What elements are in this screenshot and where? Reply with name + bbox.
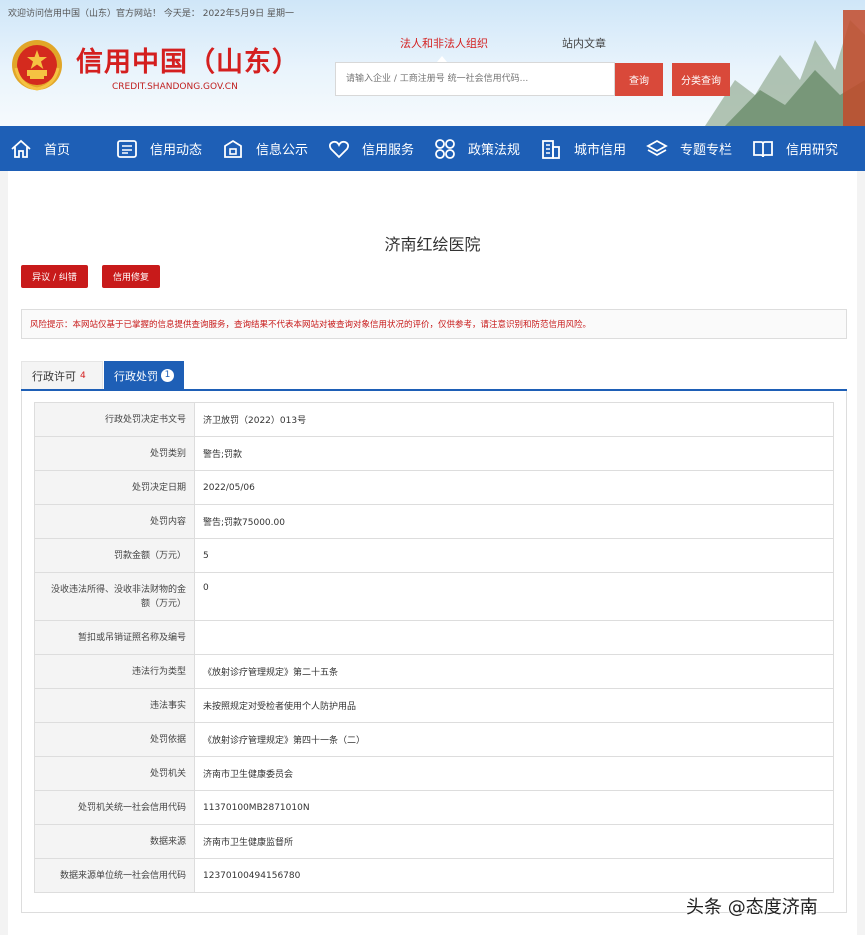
row-label: 罚款金额（万元） — [34, 538, 195, 573]
row-value: 《放射诊疗管理规定》第二十五条 — [194, 654, 834, 689]
row-label: 处罚依据 — [34, 722, 195, 757]
tab-administrative-penalty[interactable]: 行政处罚 1 — [104, 361, 184, 390]
table-row: 没收违法所得、没收非法财物的金额（万元） 0 — [34, 572, 834, 621]
tab-count: 4 — [80, 371, 86, 381]
category-search-button[interactable]: 分类查询 — [672, 63, 730, 96]
table-row: 行政处罚决定书文号 济卫放罚（2022）013号 — [34, 402, 834, 437]
nav-item-research[interactable]: 信用研究 — [752, 126, 838, 171]
welcome-text: 欢迎访问信用中国（山东）官方网站！ 今天是： 2022年5月9日 星期一 — [8, 9, 294, 19]
row-label: 违法事实 — [34, 688, 195, 723]
row-label: 数据来源单位统一社会信用代码 — [34, 858, 195, 893]
publicity-icon — [224, 139, 242, 158]
nav-item-policy[interactable]: 政策法规 — [434, 126, 520, 171]
row-value: 警告;罚款 — [194, 436, 834, 471]
risk-notice: 风险提示：本网站仅基于已掌握的信息提供查询服务，查询结果不代表本网站对被查询对象… — [21, 309, 847, 339]
nav-item-label: 信息公示 — [256, 143, 309, 158]
nav-item-label: 首页 — [44, 143, 71, 158]
table-row: 处罚类别 警告;罚款 — [34, 436, 834, 471]
row-label: 数据来源 — [34, 824, 195, 859]
table-row: 处罚内容 警告;罚款75000.00 — [34, 504, 834, 539]
table-row: 违法行为类型 《放射诊疗管理规定》第二十五条 — [34, 654, 834, 689]
nav-item-label: 专题专栏 — [680, 143, 733, 158]
nav-item-services[interactable]: 信用服务 — [328, 126, 414, 171]
site-header: 欢迎访问信用中国（山东）官方网站！ 今天是： 2022年5月9日 星期一 信用中… — [0, 0, 865, 126]
row-label: 违法行为类型 — [34, 654, 195, 689]
building-icon — [542, 139, 560, 159]
nav-item-topics[interactable]: 专题专栏 — [646, 126, 732, 171]
nav-item-publicity[interactable]: 信息公示 — [222, 126, 308, 171]
page-title: 济南红绘医院 — [384, 235, 481, 254]
tab-label: 行政许可 — [32, 370, 76, 383]
nav-item-label: 信用动态 — [150, 143, 203, 158]
layers-icon — [646, 139, 668, 156]
objection-button[interactable]: 异议 / 纠错 — [21, 265, 88, 288]
watermark-text: 头条 @态度济南 — [686, 897, 818, 918]
site-url: CREDIT.SHANDONG.GOV.CN — [112, 82, 238, 92]
nav-item-label: 信用服务 — [362, 143, 415, 158]
penalty-detail-container: 行政处罚决定书文号 济卫放罚（2022）013号 处罚类别 警告;罚款 处罚决定日期… — [21, 391, 847, 913]
row-value: 济南市卫生健康监督所 — [194, 824, 834, 859]
tab-label: 行政处罚 — [114, 369, 158, 383]
table-row: 处罚依据 《放射诊疗管理规定》第四十一条（二） — [34, 722, 834, 757]
row-label: 行政处罚决定书文号 — [34, 402, 195, 437]
nav-item-city[interactable]: 城市信用 — [540, 126, 626, 171]
row-value: 5 — [194, 538, 834, 573]
row-label: 处罚类别 — [34, 436, 195, 471]
heart-icon — [328, 140, 350, 158]
row-value: 11370100MB2871010N — [194, 790, 834, 825]
table-row: 数据来源单位统一社会信用代码 12370100494156780 — [34, 858, 834, 893]
national-emblem-icon — [12, 40, 62, 91]
nav-item-label: 信用研究 — [786, 143, 839, 158]
site-title: 信用中国（山东） — [76, 47, 300, 78]
row-label: 暂扣或吊销证照名称及编号 — [34, 620, 195, 655]
search-tab-articles[interactable]: 站内文章 — [562, 35, 606, 51]
row-value: 12370100494156780 — [194, 858, 834, 893]
row-label: 处罚机关统一社会信用代码 — [34, 790, 195, 825]
row-value: 济卫放罚（2022）013号 — [194, 402, 834, 437]
penalty-detail-table: 行政处罚决定书文号 济卫放罚（2022）013号 处罚类别 警告;罚款 处罚决定日期… — [34, 402, 834, 893]
search-tab-organization[interactable]: 法人和非法人组织 — [400, 35, 488, 51]
search-button[interactable]: 查询 — [615, 63, 663, 96]
nav-item-news[interactable]: 信用动态 — [116, 126, 202, 171]
credit-repair-button[interactable]: 信用修复 — [102, 265, 160, 288]
news-icon — [117, 139, 137, 158]
table-row: 暂扣或吊销证照名称及编号 — [34, 620, 834, 655]
table-row: 处罚机关统一社会信用代码 11370100MB2871010N — [34, 790, 834, 825]
table-row: 违法事实 未按照规定对受检者使用个人防护用品 — [34, 688, 834, 723]
book-icon — [753, 140, 773, 157]
grid-icon — [435, 138, 455, 159]
home-icon — [11, 139, 31, 158]
tab-administrative-license[interactable]: 行政许可 4 — [21, 361, 103, 390]
table-row: 处罚决定日期 2022/05/06 — [34, 470, 834, 505]
content-panel: 济南红绘医院 异议 / 纠错 信用修复 风险提示：本网站仅基于已掌握的信息提供查… — [8, 171, 857, 935]
row-value: 济南市卫生健康委员会 — [194, 756, 834, 791]
row-value: 警告;罚款75000.00 — [194, 504, 834, 539]
table-row: 数据来源 济南市卫生健康监督所 — [34, 824, 834, 859]
row-value: 0 — [194, 572, 834, 621]
nav-item-home[interactable]: 首页 — [10, 126, 70, 171]
main-nav: 首页 信用动态 信息公示 信用服务 政策法规 城市信用 专题专栏 信用研究 — [0, 126, 865, 171]
row-label: 处罚决定日期 — [34, 470, 195, 505]
tab-count-badge: 1 — [161, 369, 174, 382]
search-input[interactable] — [335, 62, 615, 96]
nav-item-label: 政策法规 — [468, 143, 521, 158]
nav-item-label: 城市信用 — [574, 143, 627, 158]
table-row: 罚款金额（万元） 5 — [34, 538, 834, 573]
row-label: 处罚内容 — [34, 504, 195, 539]
table-row: 处罚机关 济南市卫生健康委员会 — [34, 756, 834, 791]
row-value: 未按照规定对受检者使用个人防护用品 — [194, 688, 834, 723]
row-label: 处罚机关 — [34, 756, 195, 791]
row-value: 2022/05/06 — [194, 470, 834, 505]
row-value: 《放射诊疗管理规定》第四十一条（二） — [194, 722, 834, 757]
row-value — [194, 620, 834, 655]
row-label: 没收违法所得、没收非法财物的金额（万元） — [34, 572, 195, 621]
